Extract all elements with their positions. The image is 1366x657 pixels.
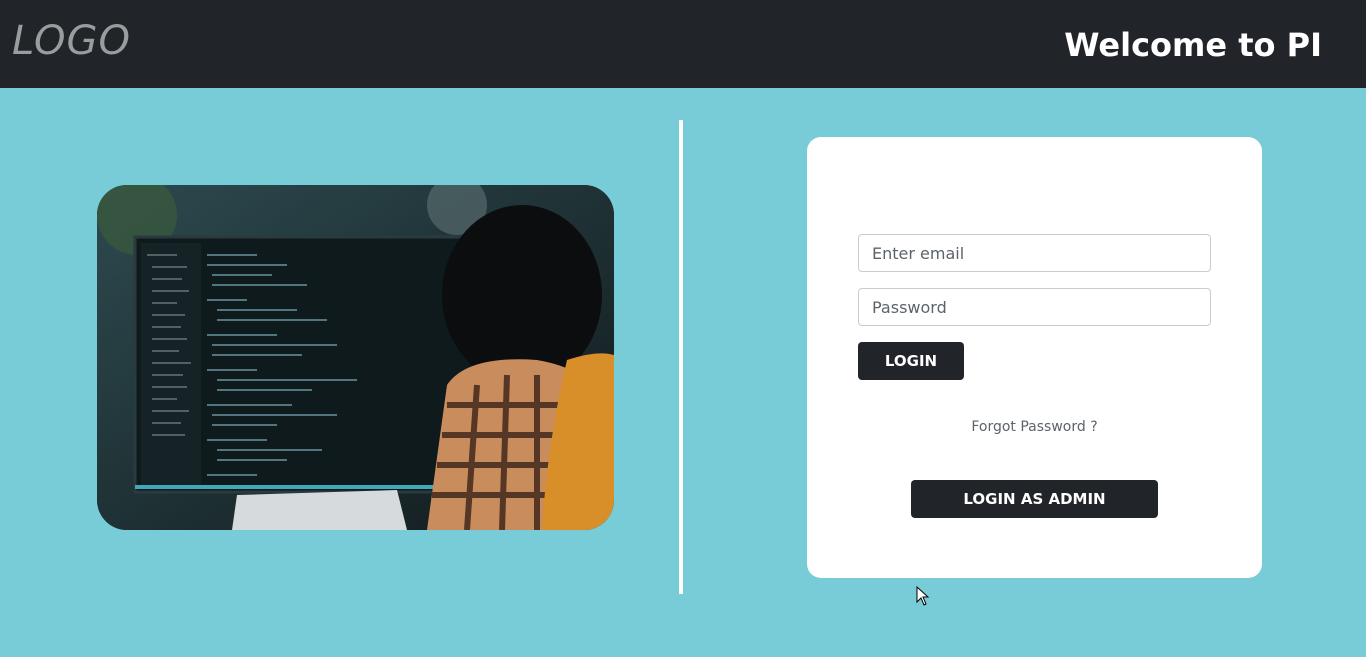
vertical-divider [679, 120, 683, 594]
login-as-admin-button[interactable]: LOGIN AS ADMIN [911, 480, 1158, 518]
password-input[interactable] [858, 288, 1211, 326]
hero-image [97, 185, 614, 530]
developer-photo [97, 185, 614, 530]
email-input[interactable] [858, 234, 1211, 272]
forgot-password-link[interactable]: Forgot Password ? [807, 419, 1262, 435]
login-button[interactable]: LOGIN [858, 342, 964, 380]
login-card: LOGIN Forgot Password ? LOGIN AS ADMIN [807, 137, 1262, 578]
welcome-heading: Welcome to PI [1064, 26, 1322, 64]
navbar: LOGO Welcome to PI [0, 0, 1366, 88]
logo[interactable]: LOGO [12, 18, 131, 64]
mouse-cursor-icon [916, 586, 930, 606]
